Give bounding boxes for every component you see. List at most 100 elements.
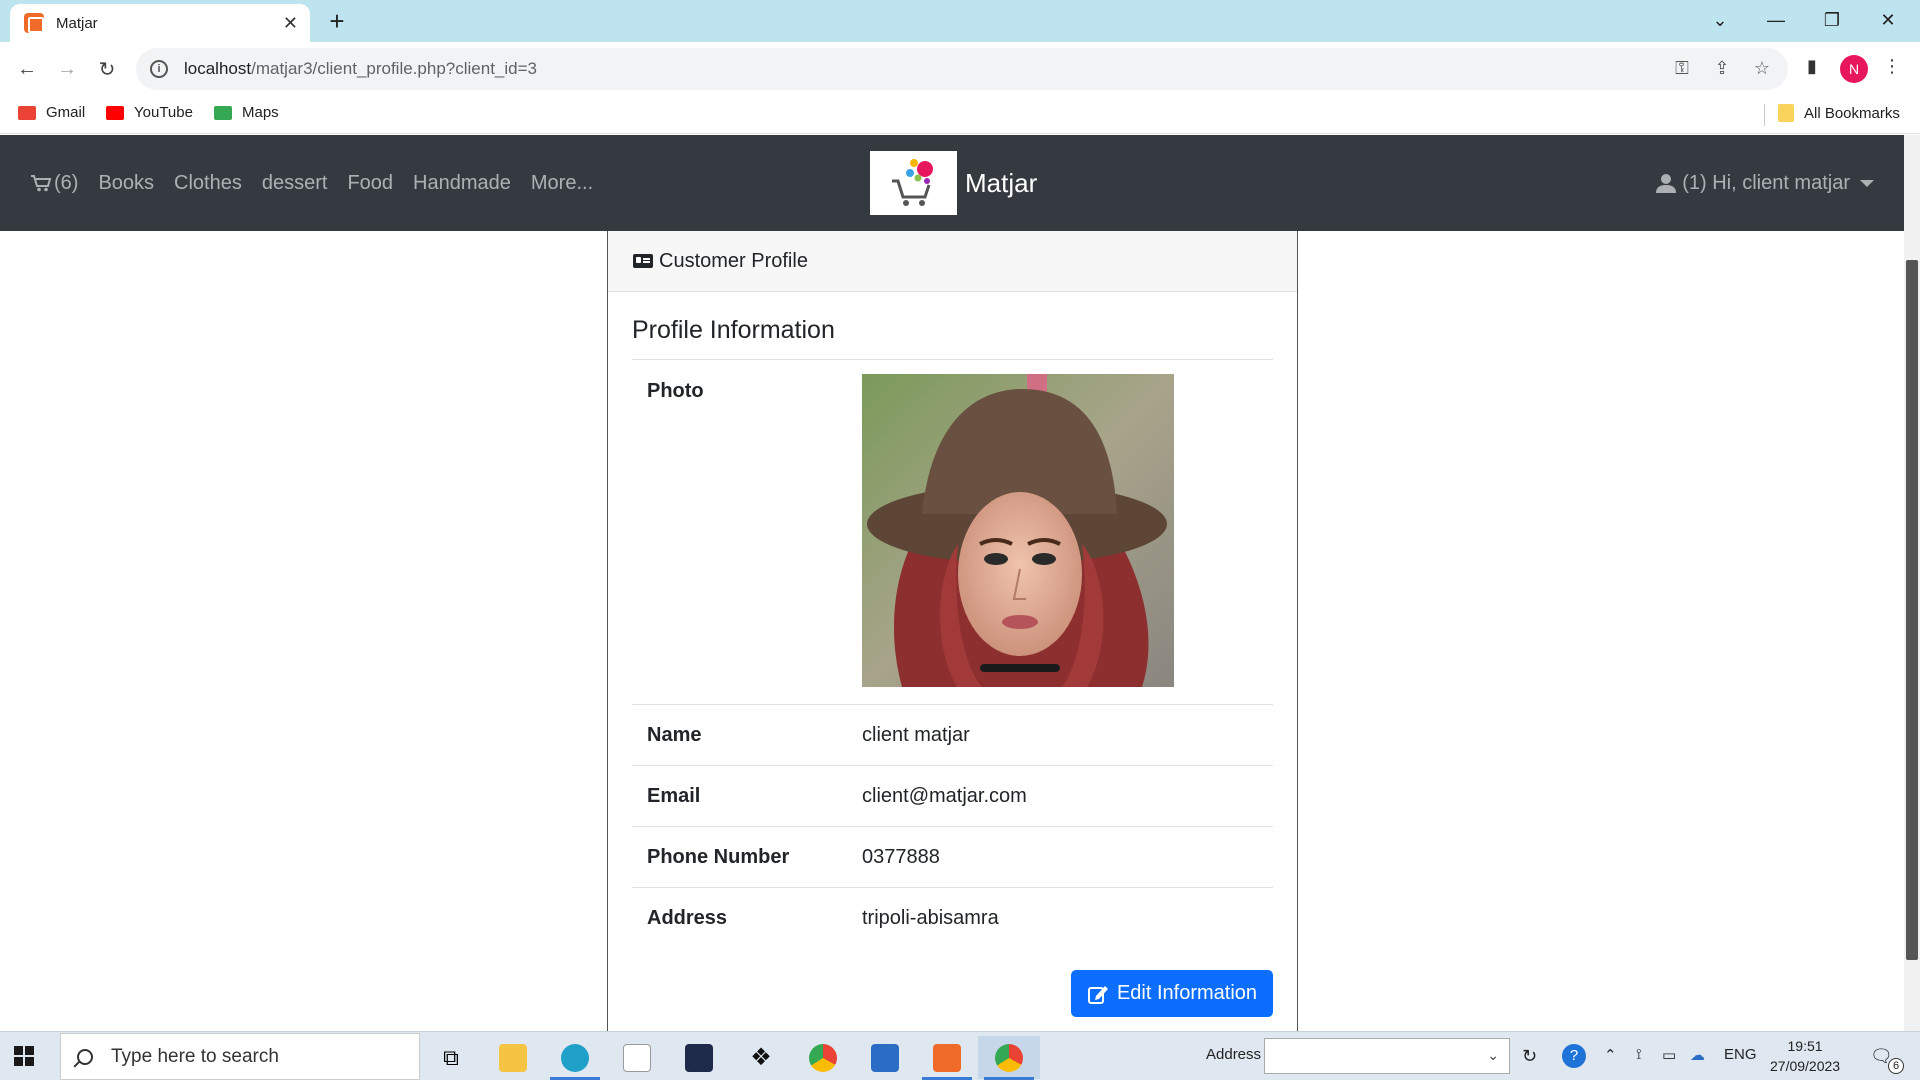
user-menu-label: (1) Hi, client matjar xyxy=(1682,171,1850,194)
photo-row: Photo xyxy=(632,360,1273,705)
clock-time: 19:51 xyxy=(1787,1038,1823,1054)
address-bar[interactable]: i localhost/matjar3/client_profile.php?c… xyxy=(136,48,1788,90)
url-host: localhost xyxy=(184,59,252,78)
card-body: Profile Information Photo Name client ma… xyxy=(608,292,1297,949)
field-label: Phone Number xyxy=(647,845,790,868)
profile-card: Customer Profile Profile Information Pho… xyxy=(607,231,1298,1031)
folder-icon xyxy=(1778,104,1794,122)
onedrive-icon[interactable]: ☁ xyxy=(1690,1046,1705,1064)
youtube-icon xyxy=(106,105,124,120)
taskbar-clock[interactable]: 19:51 27/09/2023 xyxy=(1770,1036,1840,1076)
nav-link-more[interactable]: More... xyxy=(531,172,593,195)
url-text: localhost/matjar3/client_profile.php?cli… xyxy=(184,59,537,79)
language-indicator[interactable]: ENG xyxy=(1724,1046,1757,1063)
edit-button-label: Edit Information xyxy=(1116,982,1258,1004)
notification-count-badge: 6 xyxy=(1888,1058,1904,1074)
gmail-icon xyxy=(18,105,36,120)
field-label: Email xyxy=(647,784,701,807)
amazon-icon[interactable] xyxy=(606,1036,668,1079)
card-header: Customer Profile xyxy=(608,231,1297,292)
key-icon[interactable]: ⚿ xyxy=(1670,58,1694,79)
tab-strip: Matjar ✕ + ⌄ — ❐ ✕ xyxy=(0,0,1920,42)
edit-information-button[interactable]: Edit Information xyxy=(1071,970,1273,1017)
powershell-icon[interactable] xyxy=(668,1036,730,1079)
search-icon xyxy=(77,1048,93,1065)
dropbox-icon[interactable]: ❖ xyxy=(730,1036,792,1079)
cart-count: (6) xyxy=(54,171,79,194)
email-row: Email client@matjar.com xyxy=(632,766,1273,827)
field-value: client matjar xyxy=(862,723,970,746)
profile-photo xyxy=(862,374,1174,687)
network-icon[interactable]: ⟟ xyxy=(1636,1046,1642,1063)
scrollbar-thumb[interactable] xyxy=(1906,260,1918,960)
site-favicon-icon xyxy=(24,13,44,33)
minimize-button[interactable]: — xyxy=(1748,0,1804,40)
address-toolbar-input[interactable]: ⌄ xyxy=(1264,1038,1510,1074)
tab-search-icon[interactable]: ⌄ xyxy=(1692,0,1748,40)
clock-date: 27/09/2023 xyxy=(1770,1058,1841,1074)
browser-tab[interactable]: Matjar ✕ xyxy=(10,4,310,42)
url-path: /matjar3/client_profile.php?client_id=3 xyxy=(251,59,537,78)
phone-row: Phone Number 0377888 xyxy=(632,827,1273,888)
brand-name: Matjar xyxy=(965,167,1038,198)
close-tab-icon[interactable]: ✕ xyxy=(283,13,298,34)
bookmarks-divider xyxy=(1764,104,1765,126)
nav-link-books[interactable]: Books xyxy=(98,172,154,195)
xampp-icon[interactable] xyxy=(916,1036,978,1080)
forward-arrow-icon[interactable]: → xyxy=(52,54,82,84)
windows-taskbar: Type here to search ⧉ ❖ Address ⌄ ↻ ? ⌃ … xyxy=(0,1031,1920,1080)
profile-avatar[interactable]: N xyxy=(1840,55,1868,83)
nav-link-clothes[interactable]: Clothes xyxy=(174,172,242,195)
field-value: client@matjar.com xyxy=(862,784,1027,807)
nav-link-handmade[interactable]: Handmade xyxy=(413,172,511,195)
field-value: tripoli-abisamra xyxy=(862,907,999,929)
nav-links: (6) Books Clothes dessert Food Handmade … xyxy=(30,135,613,231)
chrome-profile-icon[interactable] xyxy=(978,1036,1040,1080)
bookmark-maps[interactable]: Maps xyxy=(214,104,279,121)
field-label: Name xyxy=(647,723,702,746)
card-header-title: Customer Profile xyxy=(659,249,808,272)
taskbar-search-box[interactable]: Type here to search xyxy=(60,1033,420,1080)
file-explorer-icon[interactable] xyxy=(482,1036,544,1079)
back-arrow-icon[interactable]: ← xyxy=(12,54,42,84)
bookmark-youtube[interactable]: YouTube xyxy=(106,104,193,121)
maps-icon xyxy=(214,105,232,120)
chrome-icon[interactable] xyxy=(792,1036,854,1079)
reload-icon[interactable]: ↻ xyxy=(92,54,122,84)
store-icon[interactable] xyxy=(854,1036,916,1079)
battery-icon[interactable]: ▭ xyxy=(1662,1046,1676,1064)
nav-link-food[interactable]: Food xyxy=(347,172,393,195)
refresh-icon[interactable]: ↻ xyxy=(1522,1046,1537,1067)
bookmark-star-icon[interactable]: ☆ xyxy=(1750,58,1774,79)
nav-link-dessert[interactable]: dessert xyxy=(262,172,328,195)
user-icon xyxy=(1656,174,1677,193)
windows-start-icon[interactable] xyxy=(14,1046,34,1066)
field-value: 0377888 xyxy=(862,845,940,868)
site-info-icon[interactable]: i xyxy=(150,60,168,78)
tab-title: Matjar xyxy=(56,14,98,32)
brand-link[interactable]: Matjar xyxy=(870,151,1037,215)
side-panel-icon[interactable]: ▮ xyxy=(1798,56,1826,77)
chevron-down-icon[interactable]: ⌄ xyxy=(1487,1047,1499,1064)
share-icon[interactable]: ⇪ xyxy=(1710,58,1734,79)
matjar-logo xyxy=(870,151,957,215)
new-tab-button[interactable]: + xyxy=(322,8,352,34)
task-view-icon[interactable]: ⧉ xyxy=(420,1036,482,1079)
chevron-up-icon[interactable]: ⌃ xyxy=(1604,1046,1617,1064)
cart-link[interactable]: (6) xyxy=(30,172,78,195)
page-scrollbar[interactable] xyxy=(1904,135,1920,1031)
bookmark-gmail[interactable]: Gmail xyxy=(18,104,85,121)
browser-menu-icon[interactable]: ⋮ xyxy=(1878,56,1906,77)
user-menu[interactable]: (1) Hi, client matjar xyxy=(1656,135,1874,231)
browser-toolbar: ← → ↻ i localhost/matjar3/client_profile… xyxy=(0,42,1920,96)
section-title: Profile Information xyxy=(632,292,1273,360)
all-bookmarks-button[interactable]: All Bookmarks xyxy=(1778,104,1900,122)
dropdown-caret-icon xyxy=(1860,179,1874,187)
close-window-button[interactable]: ✕ xyxy=(1860,0,1916,40)
help-icon[interactable]: ? xyxy=(1562,1044,1586,1068)
restore-button[interactable]: ❐ xyxy=(1804,0,1860,40)
bookmarks-bar: Gmail YouTube Maps All Bookmarks xyxy=(0,96,1920,134)
bookmark-label: Maps xyxy=(242,104,279,121)
edge-icon[interactable] xyxy=(544,1036,606,1080)
photo-cell xyxy=(862,374,1273,704)
